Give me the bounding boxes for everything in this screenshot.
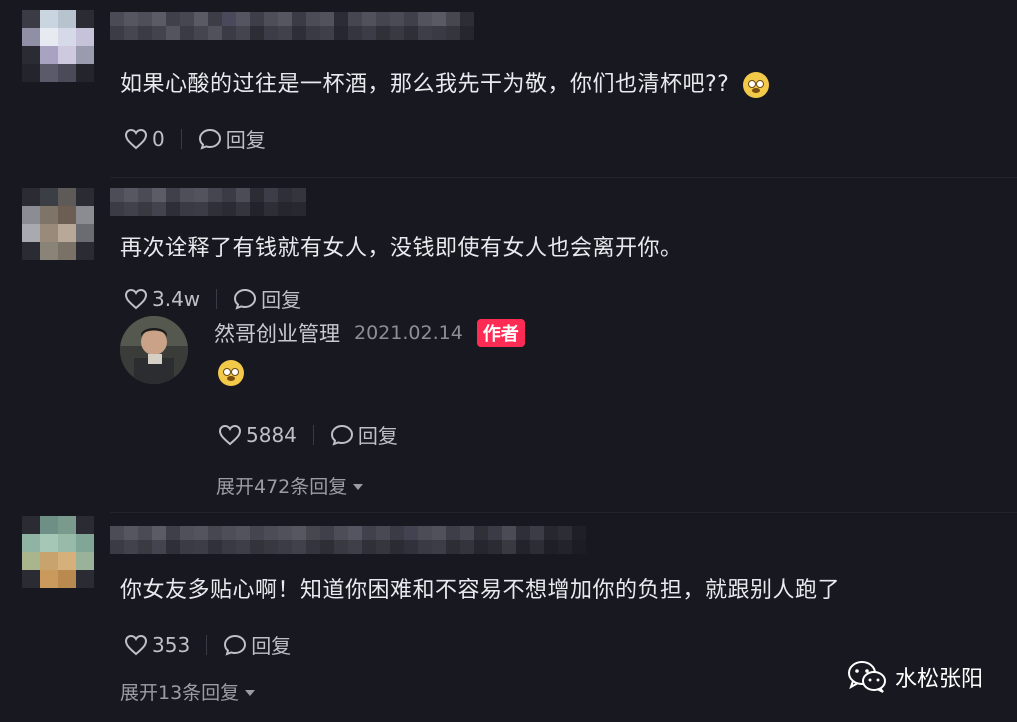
expand-replies-label: 展开472条回复 [216, 476, 348, 498]
like-button[interactable]: 5884 [218, 423, 297, 447]
heart-icon [124, 288, 148, 309]
comment-bubble-icon [234, 288, 257, 310]
comment-text: 再次诠释了有钱就有女人，没钱即使有女人也会离开你。 [120, 236, 683, 261]
comment-text: 如果心酸的过往是一杯酒，那么我先干为敬，你们也清杯吧?? [120, 66, 769, 98]
like-count: 5884 [246, 422, 297, 447]
comment-actions: 0 回复 [124, 124, 266, 153]
author-name[interactable]: 然哥创业管理 [214, 318, 340, 348]
username-blurred[interactable] [110, 12, 474, 40]
like-button[interactable]: 0 [124, 127, 165, 151]
chevron-down-icon [245, 689, 256, 696]
divider [206, 634, 208, 655]
reply-header: 然哥创业管理 2021.02.14 作者 [214, 318, 525, 348]
reply-button[interactable]: 回复 [198, 124, 266, 153]
heart-icon [218, 424, 242, 445]
avatar[interactable] [22, 516, 94, 588]
like-count: 0 [152, 126, 165, 151]
reply-label: 回复 [261, 288, 302, 312]
comment-actions: 353 回复 [124, 630, 291, 659]
comment-item: 如果心酸的过往是一杯酒，那么我先干为敬，你们也清杯吧?? 0 回复 [0, 0, 1017, 175]
wechat-icon [847, 661, 886, 693]
reply-actions: 5884 回复 [218, 420, 398, 449]
comment-text: 你女友多贴心啊！知道你困难和不容易不想增加你的负担，就跟别人跑了 [120, 578, 841, 603]
username-blurred[interactable] [110, 526, 586, 554]
dizzy-face-emoji-icon [742, 72, 769, 98]
divider [216, 288, 218, 309]
comment-body: 如果心酸的过往是一杯酒，那么我先干为敬，你们也清杯吧?? [120, 72, 730, 97]
comment-item: 再次诠释了有钱就有女人，没钱即使有女人也会离开你。 3.4w 回复 然哥创业管理 [0, 178, 1017, 508]
reply-button[interactable]: 回复 [223, 630, 291, 659]
comment-bubble-icon [224, 634, 247, 656]
username-blurred[interactable] [110, 188, 306, 216]
divider [312, 424, 314, 445]
watermark: 水松张阳 [847, 660, 983, 694]
reply-item: 然哥创业管理 2021.02.14 作者 5884 回复 [120, 316, 1000, 466]
heart-icon [124, 634, 148, 655]
reply-button[interactable]: 回复 [330, 420, 398, 449]
reply-date: 2021.02.14 [354, 322, 463, 344]
expand-replies-button[interactable]: 展开472条回复 [216, 472, 364, 499]
reply-label: 回复 [357, 424, 398, 448]
author-badge: 作者 [476, 319, 525, 347]
comment-actions: 3.4w 回复 [124, 284, 301, 313]
divider [180, 128, 182, 149]
comment-bubble-icon [198, 128, 221, 150]
reply-emoji [218, 360, 244, 386]
pleading-face-emoji-icon [218, 360, 244, 386]
like-button[interactable]: 3.4w [124, 287, 200, 311]
author-photo [120, 316, 188, 384]
reply-label: 回复 [251, 634, 292, 658]
like-count: 353 [152, 632, 191, 657]
avatar[interactable] [22, 10, 94, 82]
chevron-down-icon [353, 483, 364, 490]
reply-button[interactable]: 回复 [233, 284, 301, 313]
reply-label: 回复 [225, 128, 266, 152]
expand-replies-button[interactable]: 展开13条回复 [120, 678, 256, 705]
like-button[interactable]: 353 [124, 633, 190, 657]
like-count: 3.4w [152, 286, 201, 311]
heart-icon [124, 128, 148, 149]
watermark-text: 水松张阳 [894, 667, 983, 692]
comment-bubble-icon [330, 424, 353, 446]
avatar[interactable] [120, 316, 188, 384]
expand-replies-label: 展开13条回复 [120, 682, 240, 704]
avatar[interactable] [22, 188, 94, 260]
